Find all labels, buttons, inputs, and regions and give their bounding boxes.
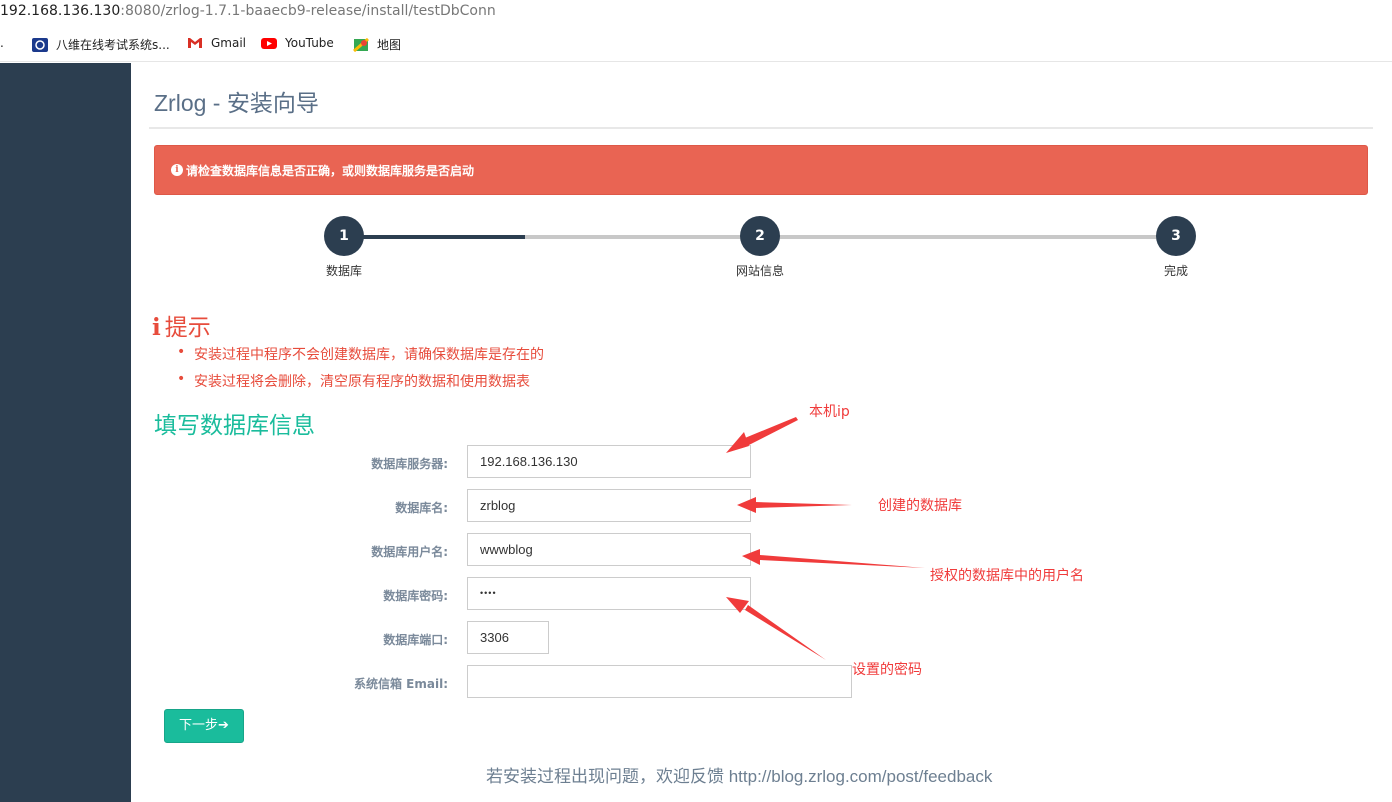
- info-circle-icon: i: [171, 164, 183, 176]
- next-step-button[interactable]: 下一步➔: [164, 709, 244, 743]
- gmail-icon: [187, 36, 203, 50]
- form-heading: 填写数据库信息: [154, 413, 315, 439]
- tips-heading: i 提示: [152, 314, 211, 341]
- title-divider: [149, 127, 1373, 129]
- progress-track-done: [344, 235, 525, 239]
- bookmark-gmail[interactable]: Gmail: [187, 36, 246, 50]
- page-title: Zrlog - 安装向导: [154, 90, 319, 116]
- step-1-label: 数据库: [325, 264, 362, 278]
- annotation-password: 设置的密码: [852, 662, 922, 678]
- db-name-label: 数据库名:: [395, 501, 448, 515]
- db-server-label: 数据库服务器:: [371, 457, 448, 471]
- annotation-granted-user: 授权的数据库中的用户名: [930, 568, 1084, 584]
- db-name-input[interactable]: zrblog: [467, 489, 751, 522]
- sidebar: [0, 63, 131, 802]
- youtube-icon: [261, 36, 277, 50]
- step-3-label: 完成: [1163, 264, 1188, 278]
- url-text[interactable]: 192.168.136.130:8080/zrlog-1.7.1-baaecb9…: [0, 3, 496, 19]
- info-icon: i: [152, 314, 161, 341]
- tip-item: 安装过程中程序不会创建数据库，请确保数据库是存在的: [177, 344, 544, 364]
- feedback-footer: 若安装过程出现问题，欢迎反馈 http://blog.zrlog.com/pos…: [486, 767, 993, 786]
- db-password-input[interactable]: ••••: [467, 577, 751, 610]
- step-1-circle: 1: [324, 216, 364, 256]
- annotation-arrow: [745, 605, 826, 660]
- address-bar[interactable]: 192.168.136.130:8080/zrlog-1.7.1-baaecb9…: [0, 0, 1392, 26]
- annotation-created-db: 创建的数据库: [878, 498, 962, 514]
- step-2-label: 网站信息: [735, 264, 784, 278]
- bookmark-exam-site[interactable]: 八维在线考试系统s...: [32, 36, 170, 53]
- annotation-arrow: [760, 555, 925, 568]
- email-input[interactable]: [467, 665, 852, 698]
- bookmark-youtube[interactable]: YouTube: [261, 36, 334, 50]
- step-3-circle: 3: [1156, 216, 1196, 256]
- maps-icon: [353, 37, 369, 52]
- annotation-arrow: [755, 502, 852, 508]
- bookmark-overflow[interactable]: .: [0, 36, 4, 50]
- db-port-input[interactable]: 3306: [467, 621, 549, 654]
- annotation-local-ip: 本机ip: [809, 404, 850, 420]
- progress-track-pending: [525, 235, 1176, 239]
- step-2-circle: 2: [740, 216, 780, 256]
- bookmarks-bar: . 八维在线考试系统s... Gmail YouTube 地图: [0, 26, 1392, 62]
- alert-message: 请检查数据库信息是否正确，或则数据库服务是否启动: [186, 164, 475, 178]
- db-user-label: 数据库用户名:: [371, 545, 448, 559]
- db-port-label: 数据库端口:: [383, 633, 448, 647]
- db-password-label: 数据库密码:: [383, 589, 448, 603]
- bookmark-maps[interactable]: 地图: [353, 36, 401, 53]
- email-label: 系统信箱 Email:: [353, 677, 448, 691]
- error-alert: i 请检查数据库信息是否正确，或则数据库服务是否启动: [154, 145, 1368, 195]
- tip-item: 安装过程将会删除，清空原有程序的数据和使用数据表: [177, 371, 530, 391]
- exam-site-icon: [32, 37, 48, 52]
- db-user-input[interactable]: wwwblog: [467, 533, 751, 566]
- db-server-input[interactable]: 192.168.136.130: [467, 445, 751, 478]
